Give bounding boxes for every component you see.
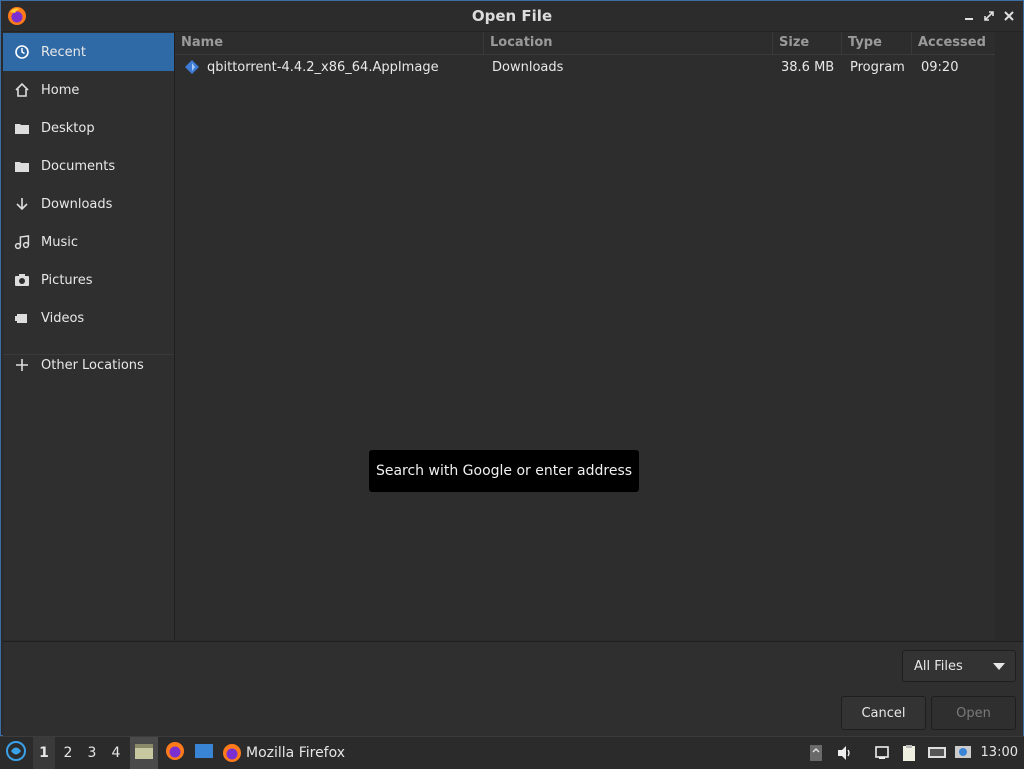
maximize-button[interactable]: [980, 7, 998, 25]
workspace-3[interactable]: 3: [81, 737, 103, 769]
file-name: qbittorrent-4.4.2_x86_64.AppImage: [207, 60, 439, 75]
tooltip: Search with Google or enter address: [369, 450, 639, 492]
clock[interactable]: 13:00: [981, 745, 1018, 760]
sidebar-item-label: Documents: [41, 158, 116, 174]
sidebar-item-other-locations[interactable]: Other Locations: [3, 346, 174, 384]
file-list: Name Location Size Type Accessed qbittor…: [175, 32, 995, 640]
sidebar-item-label: Other Locations: [41, 357, 144, 373]
workspace-1[interactable]: 1: [33, 737, 55, 769]
firefox-icon: [165, 741, 185, 765]
column-header-accessed[interactable]: Accessed: [912, 32, 995, 55]
close-button[interactable]: [1000, 7, 1018, 25]
sidebar-item-label: Videos: [41, 310, 85, 326]
clock-icon: [3, 44, 41, 60]
places-sidebar: Recent Home Desktop Documents Downloads: [3, 32, 175, 640]
clipboard-icon[interactable]: [898, 737, 920, 769]
filter-value: All Files: [914, 658, 963, 674]
titlebar: Open File: [1, 1, 1023, 32]
sidebar-item-label: Pictures: [41, 272, 93, 288]
sidebar-item-label: Music: [41, 234, 78, 250]
scrollbar-area[interactable]: [995, 32, 1023, 640]
firefox-icon: [222, 743, 242, 763]
sidebar-item-label: Desktop: [41, 120, 95, 136]
sidebar-item-label: Recent: [41, 44, 86, 60]
file-type: Program: [850, 60, 905, 75]
sidebar-item-label: Home: [41, 82, 80, 98]
sidebar-item-label: Downloads: [41, 196, 113, 212]
cancel-button[interactable]: Cancel: [841, 696, 926, 730]
sidebar-item-downloads[interactable]: Downloads: [3, 185, 174, 223]
open-file-dialog: Open File Recent Home Desktop Documents …: [0, 0, 1024, 737]
sidebar-item-music[interactable]: Music: [3, 223, 174, 261]
file-type-filter-select[interactable]: All Files: [902, 650, 1016, 682]
volume-icon[interactable]: [834, 737, 856, 769]
column-header-location[interactable]: Location: [484, 32, 773, 55]
file-manager-launcher[interactable]: [130, 737, 158, 769]
column-header-size[interactable]: Size: [773, 32, 842, 55]
sidebar-item-pictures[interactable]: Pictures: [3, 261, 174, 299]
workspace-2[interactable]: 2: [57, 737, 79, 769]
workspace-4[interactable]: 4: [105, 737, 127, 769]
notification-icon[interactable]: [872, 737, 892, 769]
download-arrow-icon: [3, 196, 41, 212]
network-icon[interactable]: [925, 737, 949, 769]
app-menu-button[interactable]: [4, 737, 28, 769]
sidebar-item-home[interactable]: Home: [3, 71, 174, 109]
show-desktop-button[interactable]: [192, 737, 216, 769]
camera-icon: [3, 272, 41, 288]
file-manager-icon: [134, 742, 154, 764]
folder-icon: [3, 158, 41, 174]
column-header-name[interactable]: Name: [175, 32, 484, 55]
sidebar-item-documents[interactable]: Documents: [3, 147, 174, 185]
lubuntu-logo-icon: [6, 741, 26, 765]
taskbar-window-firefox[interactable]: Mozilla Firefox: [222, 737, 357, 769]
sidebar-item-desktop[interactable]: Desktop: [3, 109, 174, 147]
appimage-file-icon: [184, 59, 200, 79]
chevron-down-icon: [993, 663, 1005, 670]
firefox-launcher[interactable]: [162, 737, 188, 769]
update-notifier-icon[interactable]: [952, 737, 974, 769]
dialog-footer: All Files Cancel Open: [3, 641, 1023, 737]
minimize-button[interactable]: [960, 7, 978, 25]
tray-up-arrow-icon[interactable]: [806, 737, 826, 769]
video-icon: [3, 310, 41, 326]
taskbar: 1 2 3 4 Mozilla Firefox 13:00: [0, 736, 1024, 769]
sidebar-item-recent[interactable]: Recent: [3, 33, 174, 71]
plus-icon: [3, 358, 41, 372]
open-button[interactable]: Open: [931, 696, 1016, 730]
home-icon: [3, 82, 41, 98]
sidebar-item-videos[interactable]: Videos: [3, 299, 174, 337]
table-row[interactable]: qbittorrent-4.4.2_x86_64.AppImage Downlo…: [175, 56, 995, 80]
taskbar-window-label: Mozilla Firefox: [246, 745, 346, 761]
column-header-type[interactable]: Type: [842, 32, 912, 55]
dialog-title: Open File: [471, 7, 553, 25]
file-accessed: 09:20: [921, 60, 959, 75]
folder-icon: [3, 120, 41, 136]
desktop-icon: [194, 742, 214, 764]
file-size: 38.6 MB: [781, 60, 835, 75]
music-note-icon: [3, 234, 41, 250]
file-location: Downloads: [492, 60, 564, 75]
